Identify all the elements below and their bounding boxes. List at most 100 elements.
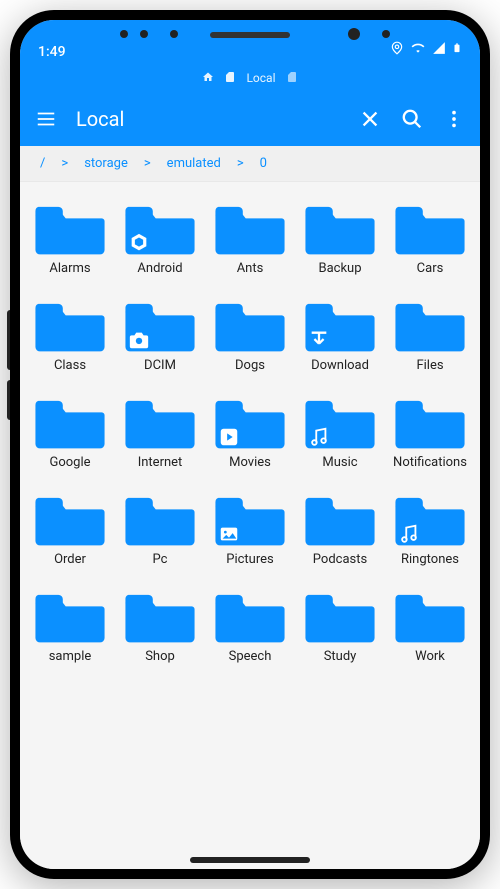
status-icons (390, 40, 462, 60)
folder-icon (214, 295, 286, 353)
folder-label: sample (49, 650, 92, 665)
folder-item[interactable]: Dogs (206, 289, 294, 380)
folder-icon (394, 198, 466, 256)
play-icon (218, 426, 240, 448)
note-icon (398, 523, 420, 545)
breadcrumb: / > storage > emulated > 0 (20, 146, 480, 182)
folder-item[interactable]: Work (386, 580, 474, 671)
home-icon (202, 71, 214, 86)
folder-label: Backup (318, 262, 361, 277)
camera-icon (128, 329, 150, 351)
folder-item[interactable]: Pc (116, 483, 204, 574)
breadcrumb-part[interactable]: storage (84, 156, 128, 171)
folder-item[interactable]: Shop (116, 580, 204, 671)
image-icon (218, 523, 240, 545)
folder-icon (124, 295, 196, 353)
folder-item[interactable]: Internet (116, 386, 204, 477)
folder-label: Download (311, 359, 369, 374)
breadcrumb-part[interactable]: emulated (167, 156, 221, 171)
folder-icon (34, 586, 106, 644)
folder-item[interactable]: sample (26, 580, 114, 671)
folder-label: Music (322, 456, 357, 471)
folder-label: Study (324, 650, 357, 665)
folder-label: Alarms (49, 262, 90, 277)
page-title: Local (76, 107, 340, 131)
breadcrumb-part[interactable]: 0 (260, 156, 267, 171)
folder-icon (394, 392, 466, 450)
file-grid: Alarms Android Ants Backup Cars (26, 192, 474, 671)
folder-icon (124, 586, 196, 644)
folder-item[interactable]: Files (386, 289, 474, 380)
file-grid-container[interactable]: Alarms Android Ants Backup Cars (20, 182, 480, 869)
folder-icon (304, 198, 376, 256)
folder-item[interactable]: Ringtones (386, 483, 474, 574)
folder-item[interactable]: Class (26, 289, 114, 380)
folder-item[interactable]: Google (26, 386, 114, 477)
hex-icon (128, 232, 150, 254)
folder-label: Google (49, 456, 90, 471)
folder-label: Internet (138, 456, 183, 471)
overflow-menu-button[interactable] (442, 107, 466, 131)
folder-icon (304, 392, 376, 450)
folder-icon (304, 586, 376, 644)
folder-item[interactable]: Pictures (206, 483, 294, 574)
search-button[interactable] (400, 107, 424, 131)
folder-label: Pc (153, 553, 168, 568)
folder-icon (34, 392, 106, 450)
folder-item[interactable]: Order (26, 483, 114, 574)
folder-icon (394, 586, 466, 644)
folder-label: Ants (237, 262, 264, 277)
folder-item[interactable]: Backup (296, 192, 384, 283)
chevron-icon: > (61, 156, 68, 171)
folder-item[interactable]: DCIM (116, 289, 204, 380)
sd-icon (224, 71, 236, 86)
breadcrumb-part[interactable]: / (40, 156, 45, 171)
download-icon (308, 329, 330, 351)
folder-item[interactable]: Podcasts (296, 483, 384, 574)
folder-icon (34, 198, 106, 256)
folder-item[interactable]: Speech (206, 580, 294, 671)
menu-button[interactable] (34, 107, 58, 131)
mini-breadcrumb: Local (20, 64, 480, 92)
folder-label: Shop (145, 650, 175, 665)
signal-icon (432, 41, 446, 59)
folder-icon (34, 295, 106, 353)
folder-item[interactable]: Study (296, 580, 384, 671)
folder-label: Work (415, 650, 445, 665)
folder-label: Speech (229, 650, 272, 665)
folder-label: Movies (229, 456, 271, 471)
folder-item[interactable]: Ants (206, 192, 294, 283)
folder-item[interactable]: Android (116, 192, 204, 283)
folder-label: Ringtones (401, 553, 459, 568)
folder-icon (124, 489, 196, 547)
mini-breadcrumb-label: Local (246, 71, 275, 85)
folder-item[interactable]: Music (296, 386, 384, 477)
folder-icon (214, 489, 286, 547)
folder-label: Order (54, 553, 86, 568)
folder-item[interactable]: Movies (206, 386, 294, 477)
folder-label: Android (137, 262, 182, 277)
app-toolbar: Local (20, 92, 480, 146)
status-bar: 1:49 (20, 20, 480, 64)
status-time: 1:49 (38, 44, 66, 60)
note-icon (308, 426, 330, 448)
battery-icon (452, 40, 462, 60)
folder-icon (124, 198, 196, 256)
folder-item[interactable]: Notificati­ons (386, 386, 474, 477)
folder-item[interactable]: Download (296, 289, 384, 380)
folder-item[interactable]: Cars (386, 192, 474, 283)
wifi-x-icon (410, 41, 426, 59)
folder-label: Notificati­ons (393, 456, 467, 471)
chevron-icon: > (144, 156, 151, 171)
folder-icon (304, 295, 376, 353)
folder-label: Pictures (226, 553, 273, 568)
chevron-icon: > (237, 156, 244, 171)
location-icon (390, 41, 404, 59)
folder-label: Podcasts (313, 553, 367, 568)
folder-icon (394, 489, 466, 547)
close-button[interactable] (358, 107, 382, 131)
folder-label: DCIM (144, 359, 176, 374)
folder-item[interactable]: Alarms (26, 192, 114, 283)
folder-label: Files (416, 359, 443, 374)
sd2-icon (286, 71, 298, 86)
